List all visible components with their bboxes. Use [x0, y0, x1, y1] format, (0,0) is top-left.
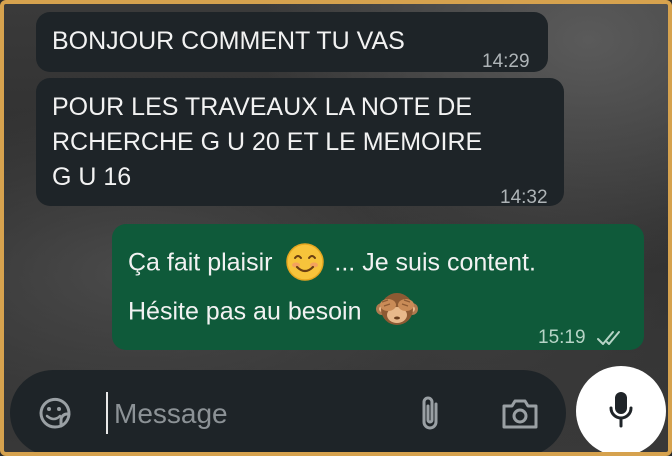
see-no-evil-monkey-icon — [376, 288, 419, 330]
voice-record-button[interactable] — [576, 366, 666, 452]
message-input[interactable]: Message — [114, 398, 228, 430]
message-time: 14:29 — [482, 51, 530, 72]
camera-icon[interactable] — [500, 396, 540, 437]
message-line: G U 16 — [52, 163, 132, 191]
message-text: Hésite pas au besoin — [128, 297, 362, 326]
message-time: 14:32 — [500, 187, 548, 208]
read-receipt-icon — [596, 322, 626, 357]
message-line: RCHERCHE G U 20 ET LE MEMOIRE — [52, 128, 483, 156]
message-line: POUR LES TRAVEAUX LA NOTE DE — [52, 93, 473, 121]
message-composer: Message — [10, 370, 566, 452]
message-time: 15:19 — [538, 327, 586, 348]
smiling-face-icon — [285, 242, 325, 282]
message-text: ... Je suis content. — [334, 248, 536, 277]
message-line: Hésite pas au besoin — [128, 292, 419, 334]
attach-icon[interactable] — [416, 394, 446, 439]
message-text: BONJOUR COMMENT TU VAS — [52, 27, 405, 55]
chat-screen: BONJOUR COMMENT TU VAS 14:29 POUR LES TR… — [0, 0, 672, 456]
message-line: Ça fait plaisir ... Je suis content. — [128, 242, 536, 284]
incoming-message[interactable]: BONJOUR COMMENT TU VAS 14:29 — [36, 12, 548, 72]
text-cursor — [106, 392, 108, 434]
microphone-icon — [608, 390, 634, 435]
sticker-icon[interactable] — [36, 394, 74, 437]
incoming-message[interactable]: POUR LES TRAVEAUX LA NOTE DE RCHERCHE G … — [36, 78, 564, 208]
message-text: Ça fait plaisir — [128, 248, 273, 277]
outgoing-message[interactable]: Ça fait plaisir ... Je suis content. Hés… — [112, 224, 644, 350]
message-text: POUR LES TRAVEAUX LA NOTE DE RCHERCHE G … — [52, 90, 482, 195]
